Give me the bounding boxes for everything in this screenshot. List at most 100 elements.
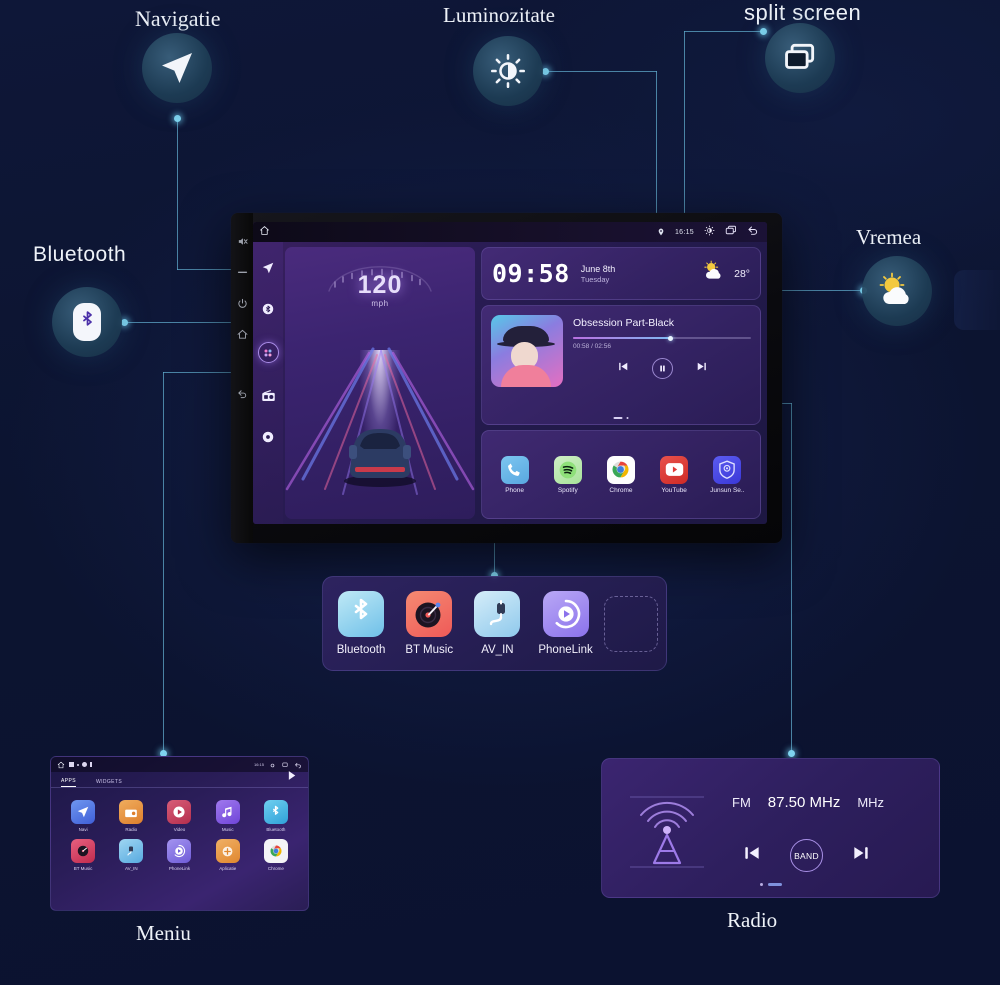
- music-player-card[interactable]: Obsession Part-Black 00:58 / 02:56: [481, 305, 761, 425]
- menu-app-label: AV_IN: [124, 866, 138, 871]
- radio-tower-icon: [630, 796, 704, 868]
- road-lights-graphic: [285, 347, 475, 495]
- bezel-home-icon[interactable]: [236, 328, 249, 341]
- menu-app-phonelink[interactable]: PhoneLink: [155, 839, 203, 871]
- music-progress-knob[interactable]: [668, 335, 674, 341]
- split-screen-icon[interactable]: [725, 223, 737, 241]
- radio-screen-preview[interactable]: FM 87.50 MHz MHz BAND: [601, 758, 940, 898]
- sidebar-item-settings[interactable]: [260, 429, 276, 445]
- tray-item-bluetooth[interactable]: Bluetooth: [331, 591, 391, 656]
- head-unit-screen: 16:15 120 mph 09:58 June 8th Tuesday 28°…: [253, 222, 767, 524]
- tray-item-bt-music[interactable]: BT Music: [399, 591, 459, 656]
- radio-page-indicator[interactable]: [759, 883, 782, 886]
- menu-app-av-in[interactable]: AV_IN: [107, 839, 155, 871]
- app-label: YouTube: [661, 486, 687, 494]
- menu-app-label: Aplicatie: [219, 866, 237, 871]
- youtube-icon: [660, 455, 689, 484]
- band-button[interactable]: BAND: [790, 839, 823, 872]
- tab-apps[interactable]: APPS: [61, 778, 76, 787]
- tray-label: Bluetooth: [336, 644, 386, 656]
- page-indicator[interactable]: [613, 417, 629, 419]
- connector-dot-bluetooth-start: [121, 319, 128, 326]
- callout-label-split-screen: split screen: [744, 0, 862, 25]
- app-shortcut-phone[interactable]: Phone: [495, 455, 535, 494]
- callout-bubble-weather[interactable]: [862, 256, 932, 326]
- radio-unit: MHz: [857, 795, 885, 810]
- app-label: Spotify: [557, 486, 578, 494]
- album-art: [491, 315, 563, 387]
- bezel-power-icon[interactable]: [236, 297, 249, 310]
- menu-app-bt-music[interactable]: BT Music: [59, 839, 107, 871]
- connector-dot-navigation-start: [174, 115, 181, 122]
- sidebar-item-radio[interactable]: [260, 388, 276, 404]
- caption-menu: Meniu: [136, 921, 191, 945]
- menu-app-video[interactable]: Video: [155, 800, 203, 832]
- callout-label-bluetooth: Bluetooth: [33, 243, 127, 266]
- menu-tab-bar: APPS WIDGETS: [51, 771, 308, 788]
- dot: [759, 883, 763, 886]
- callout-bubble-navigation[interactable]: [142, 33, 212, 103]
- callout-bubble-bluetooth[interactable]: [52, 287, 122, 357]
- sidebar-item-bluetooth[interactable]: [260, 301, 276, 317]
- bezel-mute-icon[interactable]: [236, 235, 249, 248]
- tray-label: BT Music: [405, 644, 454, 656]
- spotify-icon: [553, 455, 582, 484]
- bezel-volume-icon[interactable]: [236, 266, 249, 279]
- music-progress-fill: [573, 337, 671, 339]
- app-shortcut-junsun[interactable]: Junsun Se..: [707, 455, 747, 494]
- bluetooth-icon: [263, 800, 288, 824]
- location-pin-icon: [657, 223, 665, 241]
- av-cable-icon: [119, 839, 144, 863]
- sidebar-item-apps[interactable]: [257, 342, 279, 363]
- connector-radio-v: [791, 403, 792, 754]
- speed-unit: mph: [371, 299, 389, 308]
- home-icon[interactable]: [259, 223, 270, 241]
- dot: [626, 417, 629, 419]
- menu-app-aplicatie[interactable]: Aplicatie: [204, 839, 252, 871]
- sidebar-item-navigation[interactable]: [260, 260, 276, 276]
- radio-icon: [119, 800, 144, 824]
- skip-next-icon[interactable]: [851, 843, 871, 868]
- app-shortcut-youtube[interactable]: YouTube: [654, 455, 694, 494]
- callout-bubble-split-screen[interactable]: [765, 23, 835, 93]
- menu-screen-preview[interactable]: 16:15 APPS WIDGETS Navi Radio Video Musi…: [50, 756, 309, 911]
- app-shortcut-row: Phone Spotify Chrome YouTube Junsun Se..: [481, 430, 761, 519]
- junsun-shield-icon: [713, 455, 742, 484]
- menu-app-radio[interactable]: Radio: [107, 800, 155, 832]
- tray-item-phonelink[interactable]: PhoneLink: [535, 591, 595, 656]
- clock-date: June 8th: [580, 263, 616, 274]
- connector-navigation-v: [177, 118, 178, 270]
- music-progress-bar[interactable]: [573, 335, 751, 341]
- back-arrow-icon[interactable]: [747, 223, 759, 241]
- car-head-unit: 16:15 120 mph 09:58 June 8th Tuesday 28°…: [231, 213, 782, 543]
- play-store-icon[interactable]: [287, 768, 298, 787]
- clock-weather-card[interactable]: 09:58 June 8th Tuesday 28°: [481, 247, 761, 300]
- app-label: Chrome: [609, 486, 633, 494]
- home-icon[interactable]: [57, 757, 65, 774]
- menu-app-music[interactable]: Music: [204, 800, 252, 832]
- menu-app-bluetooth[interactable]: Bluetooth: [252, 800, 300, 832]
- radio-frequency: 87.50 MHz: [767, 794, 841, 811]
- split-screen-icon: [781, 39, 819, 77]
- apps-folder-icon: [215, 839, 240, 863]
- skip-previous-icon[interactable]: [742, 843, 762, 868]
- tray-item-av-in[interactable]: AV_IN: [467, 591, 527, 656]
- brightness-icon[interactable]: [269, 757, 276, 774]
- empty-app-slot[interactable]: [603, 595, 659, 652]
- bezel-back-icon[interactable]: [236, 387, 249, 400]
- skip-next-icon[interactable]: [695, 360, 708, 378]
- menu-app-chrome[interactable]: Chrome: [252, 839, 300, 871]
- speedometer-panel[interactable]: 120 mph: [285, 247, 475, 519]
- app-shortcut-chrome[interactable]: Chrome: [601, 455, 641, 494]
- pause-icon[interactable]: [651, 358, 673, 379]
- callout-bubble-brightness[interactable]: [473, 36, 543, 106]
- menu-status-bar: 16:15: [51, 757, 308, 772]
- tab-widgets[interactable]: WIDGETS: [96, 779, 122, 787]
- app-shortcut-spotify[interactable]: Spotify: [548, 455, 588, 494]
- menu-app-navi[interactable]: Navi: [59, 800, 107, 832]
- radio-band: FM: [732, 795, 751, 810]
- brightness-icon[interactable]: [704, 223, 715, 241]
- dot-active: [613, 417, 623, 419]
- app-tray: Bluetooth BT Music AV_IN PhoneLink: [322, 576, 667, 671]
- skip-previous-icon[interactable]: [617, 360, 630, 378]
